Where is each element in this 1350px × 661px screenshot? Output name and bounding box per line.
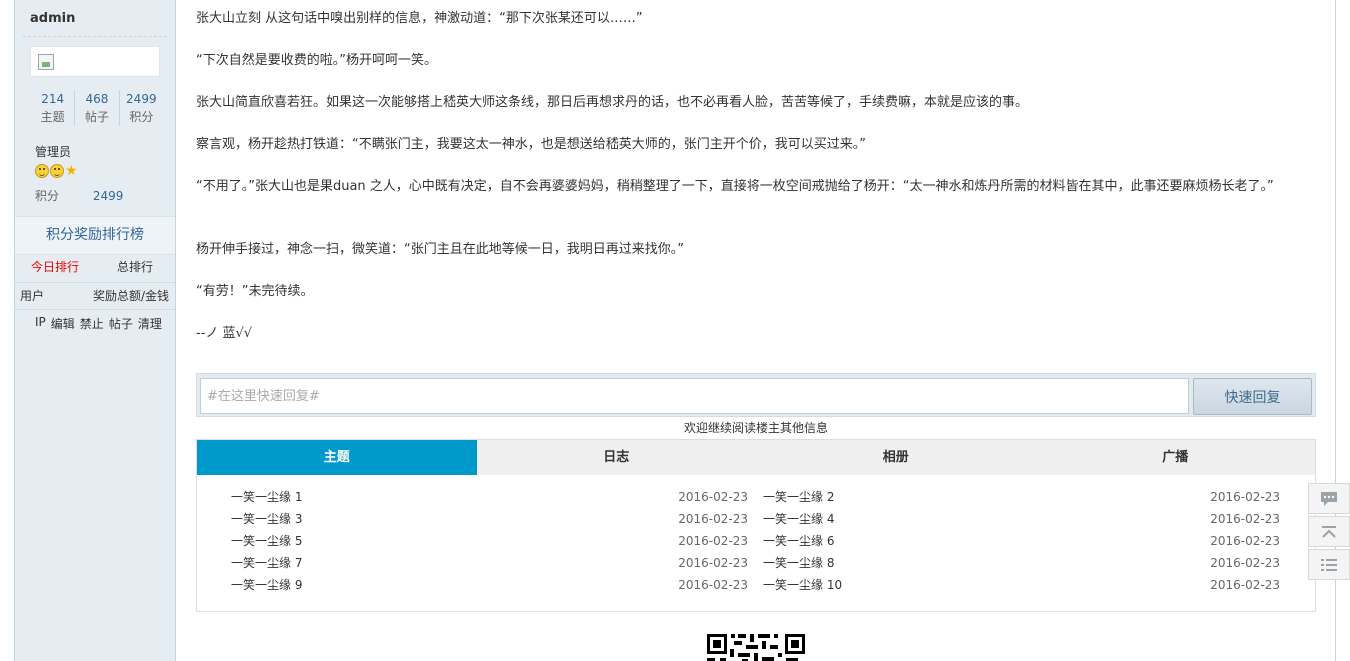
thread-title[interactable]: 一笑一尘缘 7 [231,552,302,574]
thread-title[interactable]: 一笑一尘缘 4 [763,508,834,530]
points-row: 积分 2499 [35,187,123,204]
tab-album[interactable]: 相册 [756,440,1036,475]
post-paragraph: 张大山简直欣喜若狂。如果这一次能够搭上嵇英大师这条线，那日后再想求丹的话，也不必… [196,95,1029,110]
divider [23,36,167,37]
smiley-icon [50,164,64,178]
stat-label: 帖子 [84,110,109,124]
tab-broadcast[interactable]: 广播 [1036,440,1316,475]
comment-icon [1321,491,1337,506]
broken-image-icon [38,54,54,70]
quick-reply-input[interactable] [200,378,1189,414]
thread-date: 2016-02-23 [678,534,748,548]
ban-link[interactable]: 禁止 [80,315,104,332]
stat-label: 积分 [129,110,154,124]
post-paragraph: 杨开伸手接过，神念一扫，微笑道：“张门主且在此地等候一日，我明日再过来找你。” [196,242,684,257]
smiley-icon [35,164,49,178]
stat-threads[interactable]: 214 主题 [31,90,74,126]
quick-reply-button[interactable]: 快速回复 [1193,378,1312,415]
star-icon: ★ [65,163,78,179]
thread-title[interactable]: 一笑一尘缘 6 [763,530,834,552]
tab-today-ranking[interactable]: 今日排行 [15,258,95,276]
thread-title[interactable]: 一笑一尘缘 10 [763,574,842,596]
post-paragraph: 察言观，杨开趁热打铁道：“不瞒张门主，我要这太一神水，也是想送给嵇英大师的，张门… [196,137,866,152]
reply-float-button[interactable] [1308,483,1350,514]
thread-date: 2016-02-23 [678,556,748,570]
ranking-col-amount: 奖励总额/金钱 [92,289,169,303]
author-stats: 214 主题 468 帖子 2499 积分 [31,90,163,126]
author-name[interactable]: admin [30,11,75,26]
thread-date: 2016-02-23 [1210,556,1280,570]
table-row: 一笑一尘缘 1 2016-02-23 一笑一尘缘 2 2016-02-23 [197,486,1315,508]
ip-link[interactable]: IP [35,315,46,332]
thread-title[interactable]: 一笑一尘缘 5 [231,530,302,552]
thread-list-button[interactable] [1308,549,1350,580]
thread-date: 2016-02-23 [1210,512,1280,526]
thread-title[interactable]: 一笑一尘缘 2 [763,486,834,508]
table-row: 一笑一尘缘 5 2016-02-23 一笑一尘缘 6 2016-02-23 [197,530,1315,552]
stat-value[interactable]: 468 [75,90,118,108]
author-sidebar: admin 214 主题 468 帖子 2499 积分 管理员 ★ 积分 249… [14,0,176,661]
floating-toolbar [1308,483,1350,582]
thread-date: 2016-02-23 [1210,490,1280,504]
tab-bar: 主题 日志 相册 广播 [197,440,1315,475]
stat-value[interactable]: 2499 [120,90,163,108]
thread-title[interactable]: 一笑一尘缘 1 [231,486,302,508]
rank-medals: ★ [35,164,78,178]
tab-blog[interactable]: 日志 [477,440,757,475]
thread-date: 2016-02-23 [678,490,748,504]
points-ranking-title[interactable]: 积分奖励排行榜 [15,216,175,255]
stat-posts[interactable]: 468 帖子 [74,90,118,126]
table-row: 一笑一尘缘 3 2016-02-23 一笑一尘缘 4 2016-02-23 [197,508,1315,530]
thread-title[interactable]: 一笑一尘缘 8 [763,552,834,574]
ranking-header: 用户 奖励总额/金钱 [15,282,175,310]
thread-date: 2016-02-23 [678,578,748,592]
stat-points[interactable]: 2499 积分 [118,90,163,126]
thread-title[interactable]: 一笑一尘缘 9 [231,574,302,596]
table-row: 一笑一尘缘 9 2016-02-23 一笑一尘缘 10 2016-02-23 [197,574,1315,596]
post-signature: --ノ 蓝√√ [196,326,253,341]
ranking-col-user: 用户 [20,289,45,303]
posts-link[interactable]: 帖子 [109,315,133,332]
moderation-tools: IP 编辑 禁止 帖子 清理 [35,315,162,332]
back-to-top-icon [1322,525,1336,538]
post-paragraph: “下次自然是要收费的啦。”杨开呵呵一笑。 [196,53,437,68]
author-content-box: 主题 日志 相册 广播 一笑一尘缘 1 2016-02-23 一笑一尘缘 2 201… [196,439,1316,612]
more-info-caption: 欢迎继续阅读楼主其他信息 [683,421,828,435]
points-label: 积分 [35,189,60,203]
tab-total-ranking[interactable]: 总排行 [95,258,175,276]
back-to-top-button[interactable] [1308,516,1350,547]
edit-link[interactable]: 编辑 [51,315,75,332]
thread-date: 2016-02-23 [1210,578,1280,592]
stat-value[interactable]: 214 [31,90,74,108]
post-paragraph: “有劳！”未完待续。 [196,284,314,299]
thread-date: 2016-02-23 [1210,534,1280,548]
avatar[interactable] [30,46,160,77]
post-paragraph: 张大山立刻 从这句话中嗅出别样的信息，神激动道：“那下次张某还可以……” [196,11,643,26]
qr-code-icon [706,633,806,661]
table-row: 一笑一尘缘 7 2016-02-23 一笑一尘缘 8 2016-02-23 [197,552,1315,574]
stat-label: 主题 [40,110,65,124]
quick-reply-bar: 快速回复 [196,373,1316,417]
thread-title[interactable]: 一笑一尘缘 3 [231,508,302,530]
clean-link[interactable]: 清理 [138,315,162,332]
list-icon [1321,558,1337,571]
ranking-tabs: 今日排行 总排行 [15,258,175,276]
thread-date: 2016-02-23 [678,512,748,526]
points-value: 2499 [92,189,124,203]
post-paragraph: “不用了。”张大山也是果duan 之人，心中既有决定，自不会再婆婆妈妈，稍稍整理… [196,179,1274,194]
user-group[interactable]: 管理员 [35,143,71,160]
tab-threads[interactable]: 主题 [197,440,477,475]
